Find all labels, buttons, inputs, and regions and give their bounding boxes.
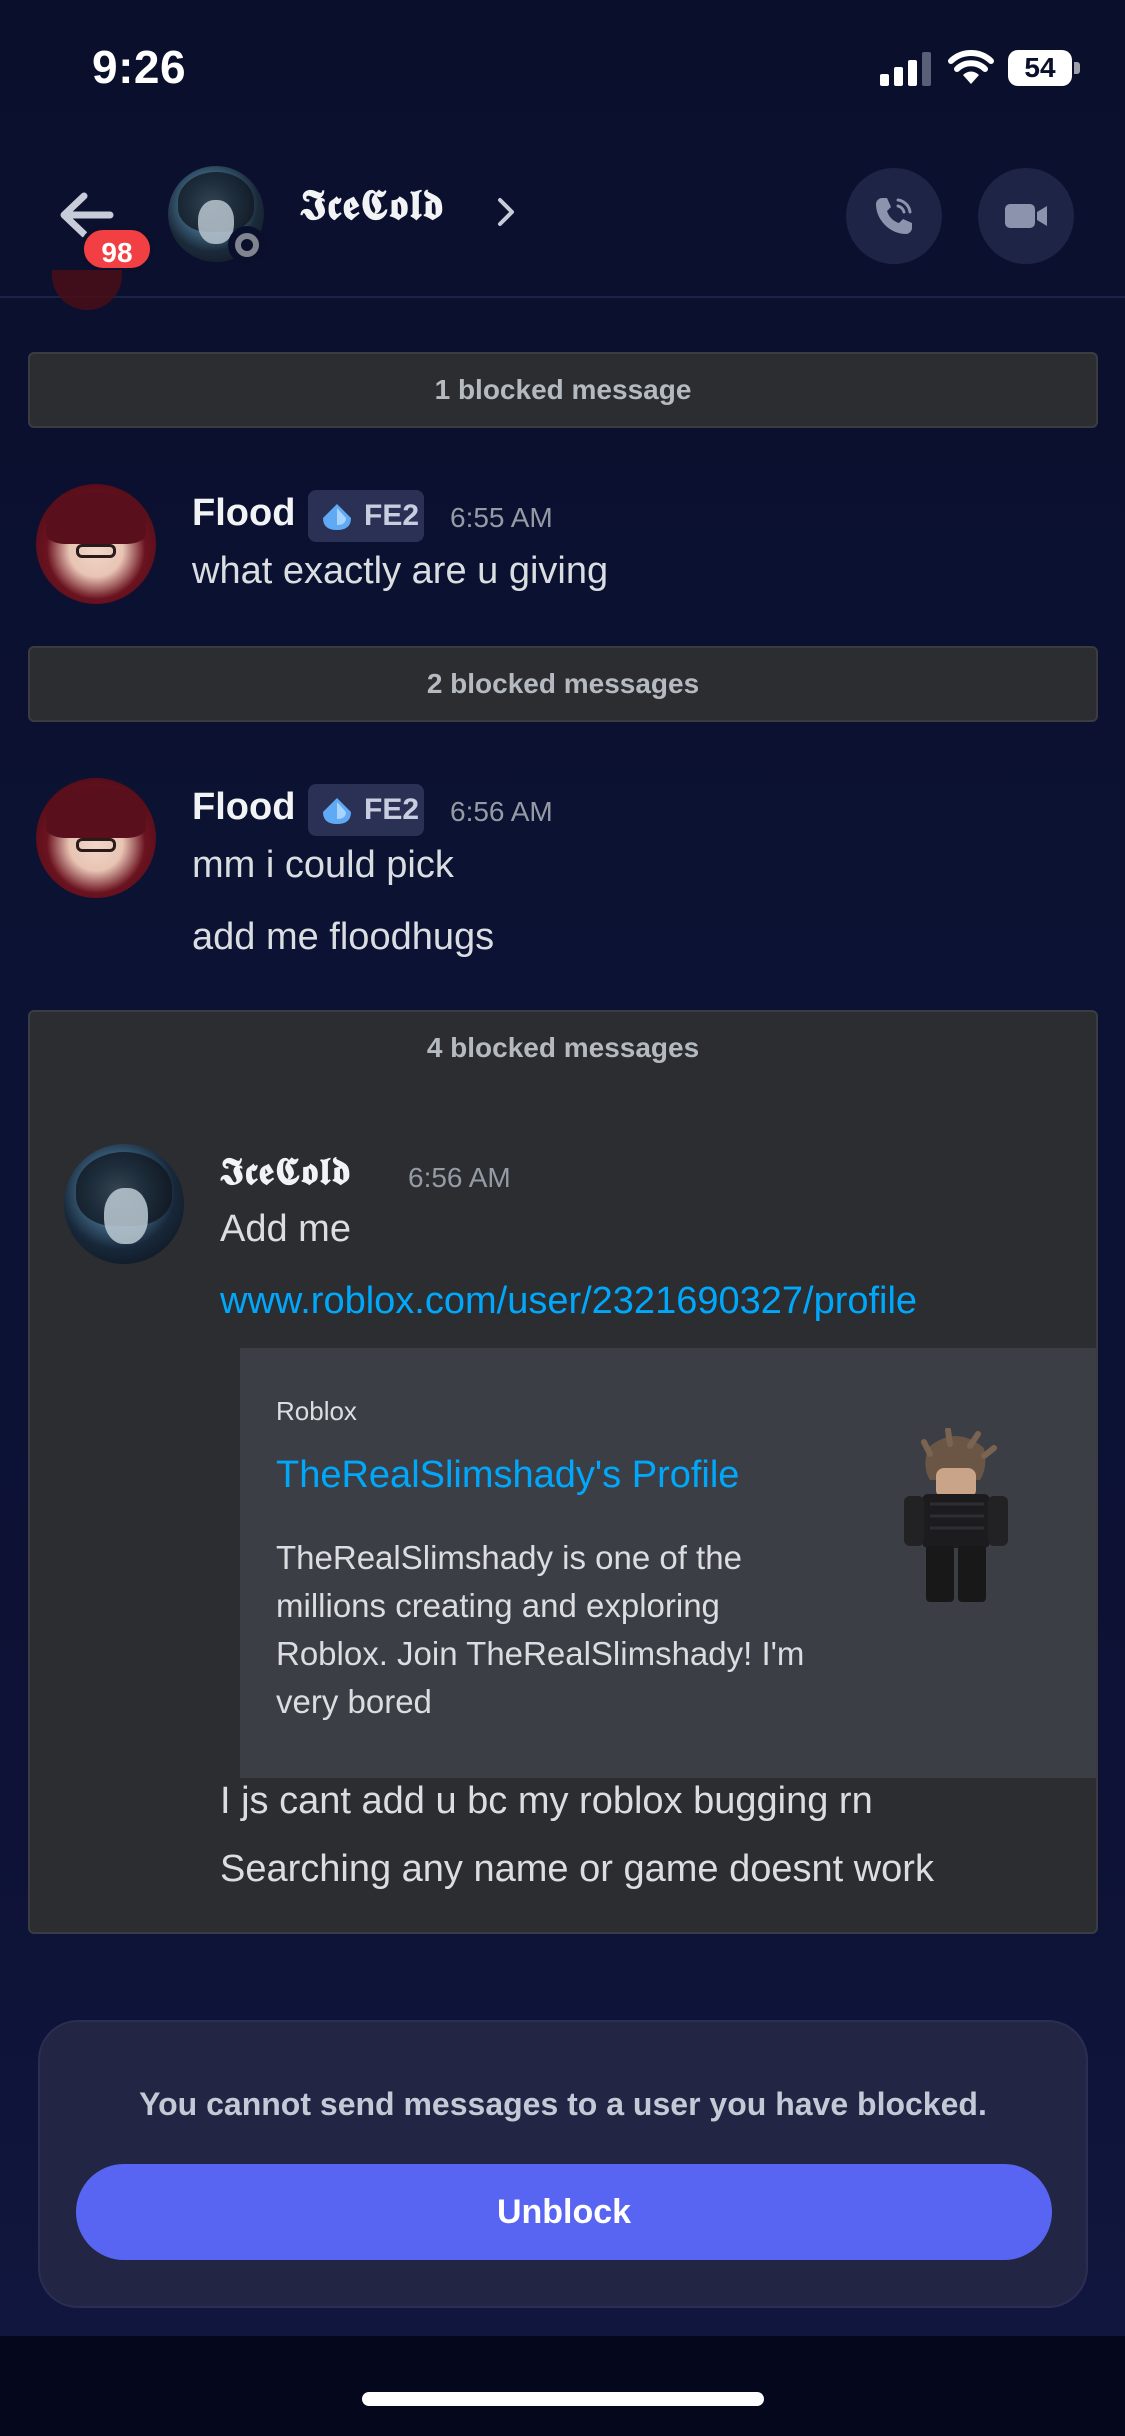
guild-tag-badge[interactable]: FE2 bbox=[308, 784, 424, 836]
author-name[interactable]: 𝕴𝖈𝖊𝕮𝖔𝖑𝖉 bbox=[220, 1148, 352, 1194]
gem-icon bbox=[323, 504, 351, 530]
cellular-signal-icon bbox=[880, 52, 931, 86]
blocked-messages-panel: 4 blocked messages 𝕴𝖈𝖊𝕮𝖔𝖑𝖉 6:56 AM Add m… bbox=[28, 1010, 1098, 1934]
voice-call-button[interactable] bbox=[846, 168, 942, 264]
phone-icon bbox=[876, 198, 912, 234]
author-name[interactable]: Flood bbox=[192, 492, 295, 535]
author-name[interactable]: Flood bbox=[192, 786, 295, 829]
roblox-avatar-thumbnail[interactable] bbox=[900, 1428, 1010, 1608]
offline-status-icon bbox=[228, 226, 266, 264]
contact-name[interactable]: 𝕴𝖈𝖊𝕮𝖔𝖑𝖉 bbox=[300, 180, 445, 230]
message-text: Searching any name or game doesnt work bbox=[220, 1848, 934, 1890]
profile-link[interactable]: www.roblox.com/user/2321690327/profile bbox=[220, 1280, 917, 1323]
message-timestamp: 6:56 AM bbox=[408, 1162, 511, 1193]
embed-provider: Roblox bbox=[276, 1396, 357, 1426]
blocked-messages-bar[interactable]: 1 blocked message bbox=[28, 352, 1098, 428]
home-indicator[interactable] bbox=[362, 2392, 764, 2406]
bottom-safe-area bbox=[0, 2336, 1125, 2436]
unread-badge: 98 bbox=[80, 226, 154, 272]
guild-tag-label: FE2 bbox=[364, 499, 420, 532]
wifi-icon bbox=[948, 50, 994, 84]
blocked-notice-text: You cannot send messages to a user you h… bbox=[139, 2086, 987, 2122]
message-timestamp: 6:56 AM bbox=[450, 796, 553, 827]
blocked-composer-notice: You cannot send messages to a user you h… bbox=[38, 2020, 1088, 2308]
gem-icon bbox=[323, 798, 351, 824]
link-embed[interactable]: Roblox TheRealSlimshady's Profile TheRea… bbox=[230, 1348, 1096, 1778]
blocked-messages-bar[interactable]: 2 blocked messages bbox=[28, 646, 1098, 722]
avatar bbox=[52, 270, 122, 310]
status-bar: 9:26 54 bbox=[0, 0, 1125, 140]
author-avatar[interactable] bbox=[64, 1144, 184, 1264]
chat-header: 98 𝕴𝖈𝖊𝕮𝖔𝖑𝖉 bbox=[0, 150, 1125, 298]
chevron-right-icon[interactable] bbox=[494, 194, 518, 230]
message-text: add me floodhugs bbox=[192, 916, 495, 958]
message-text: mm i could pick bbox=[192, 844, 454, 886]
battery-level: 54 bbox=[1008, 50, 1072, 86]
video-call-button[interactable] bbox=[978, 168, 1074, 264]
status-time: 9:26 bbox=[92, 41, 187, 93]
embed-description: TheRealSlimshady is one of the millions … bbox=[276, 1539, 805, 1720]
message-timestamp: 6:55 AM bbox=[450, 502, 553, 533]
embed-title[interactable]: TheRealSlimshady's Profile bbox=[276, 1454, 739, 1497]
message-text: I js cant add u bc my roblox bugging rn bbox=[220, 1780, 873, 1822]
blocked-messages-bar[interactable]: 4 blocked messages bbox=[30, 1032, 1096, 1064]
message-text: Add me bbox=[220, 1208, 351, 1250]
author-avatar[interactable] bbox=[36, 484, 156, 604]
video-camera-icon bbox=[1005, 204, 1047, 228]
guild-tag-label: FE2 bbox=[364, 793, 420, 826]
message-text: what exactly are u giving bbox=[192, 550, 609, 592]
guild-tag-badge[interactable]: FE2 bbox=[308, 490, 424, 542]
author-avatar[interactable] bbox=[36, 778, 156, 898]
battery-icon: 54 bbox=[1008, 50, 1080, 86]
unblock-button[interactable]: Unblock bbox=[76, 2164, 1052, 2260]
